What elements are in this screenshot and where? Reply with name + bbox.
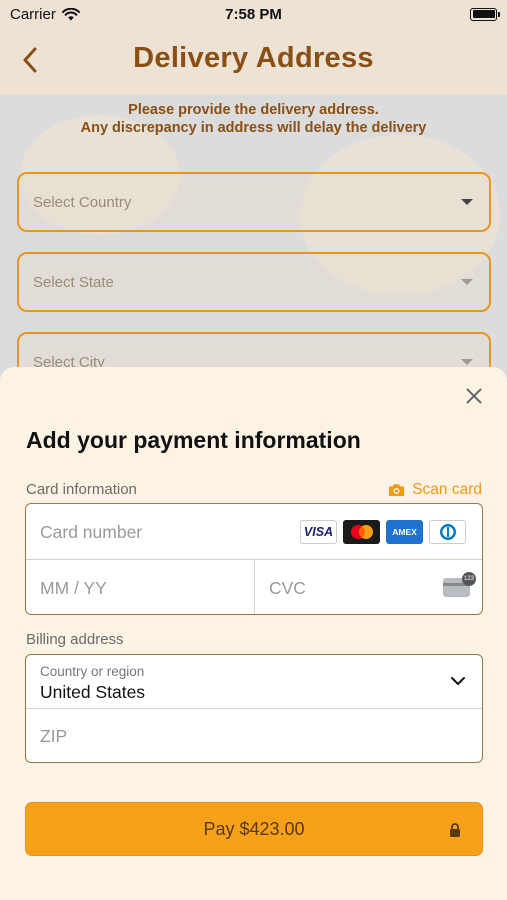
- card-information-label: Card information: [26, 481, 137, 498]
- caret-down-icon: [461, 199, 473, 205]
- expiry-field[interactable]: MM / YY: [26, 560, 255, 614]
- camera-icon: [389, 484, 405, 496]
- select-state-placeholder: Select State: [33, 273, 114, 291]
- scan-card-label: Scan card: [412, 481, 482, 498]
- card-expiry-cvc-row: MM / YY CVC 123: [26, 560, 482, 614]
- country-region-label: Country or region: [40, 664, 145, 679]
- lock-icon: [450, 823, 460, 837]
- status-time: 7:58 PM: [225, 5, 282, 23]
- instruction-line-2: Any discrepancy in address will delay th…: [80, 120, 427, 136]
- select-state-dropdown[interactable]: Select State: [17, 252, 491, 312]
- card-number-placeholder: Card number: [40, 522, 143, 542]
- cvc-field[interactable]: CVC 123: [255, 560, 482, 614]
- cvc-card-icon: 123: [443, 572, 476, 597]
- pay-button-label: Pay $423.00: [203, 818, 305, 839]
- caret-down-icon: [461, 359, 473, 365]
- amex-icon: AMEX: [386, 520, 423, 544]
- pay-button[interactable]: Pay $423.00: [25, 802, 483, 856]
- zip-field[interactable]: ZIP: [26, 709, 482, 762]
- page-title: Delivery Address: [133, 42, 374, 74]
- payment-sheet: Add your payment information Card inform…: [0, 367, 507, 900]
- country-region-select[interactable]: Country or region United States: [26, 655, 482, 709]
- billing-address-group: Country or region United States ZIP: [25, 654, 483, 763]
- select-country-placeholder: Select Country: [33, 193, 132, 211]
- card-information-group: Card number VISA AMEX MM / YY CVC 123: [25, 503, 483, 615]
- close-button[interactable]: [463, 385, 485, 407]
- diners-club-icon: [429, 520, 466, 544]
- card-brands: VISA AMEX: [300, 520, 466, 544]
- mastercard-icon: [343, 520, 380, 544]
- card-number-field[interactable]: Card number VISA AMEX: [26, 504, 482, 560]
- battery-icon: [470, 7, 500, 21]
- scan-card-button[interactable]: Scan card: [388, 481, 482, 499]
- delivery-instructions: Please provide the delivery address. Any…: [0, 101, 507, 137]
- status-bar: Carrier 7:58 PM: [0, 0, 507, 28]
- payment-sheet-title: Add your payment information: [26, 427, 361, 453]
- select-country-dropdown[interactable]: Select Country: [17, 172, 491, 232]
- country-region-value: United States: [40, 682, 146, 702]
- visa-icon: VISA: [300, 520, 337, 544]
- caret-down-icon: [461, 279, 473, 285]
- instruction-line-1: Please provide the delivery address.: [128, 102, 379, 118]
- expiry-placeholder: MM / YY: [40, 578, 107, 598]
- cvc-placeholder: CVC: [269, 578, 306, 598]
- zip-placeholder: ZIP: [40, 726, 68, 746]
- billing-address-label: Billing address: [26, 631, 124, 648]
- chevron-down-icon: [451, 677, 465, 685]
